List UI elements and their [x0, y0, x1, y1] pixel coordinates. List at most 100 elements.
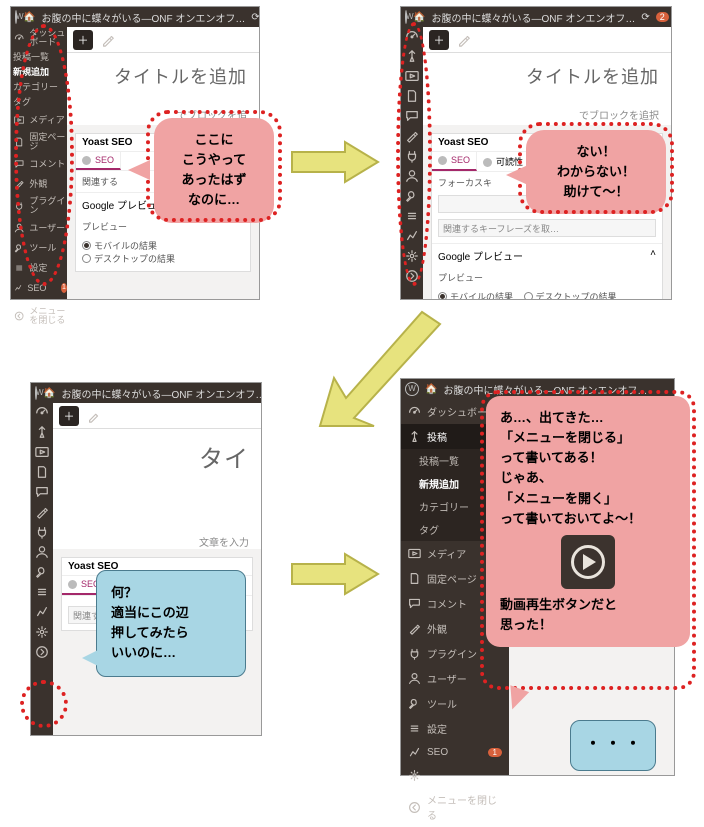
admin-bar: 🏠 お腹の中に蝶々がいる―ONF オンエンオフ…	[31, 383, 261, 403]
title-placeholder[interactable]: タイトルを追加	[435, 63, 659, 89]
sidebar-item-plugins[interactable]: プラグイン	[11, 197, 67, 215]
yoast-title: Yoast SEO	[82, 137, 132, 148]
pin-icon[interactable]	[405, 49, 419, 63]
dashboard-icon[interactable]	[35, 405, 49, 419]
sidebar-item-new-post[interactable]: 新規追加	[11, 68, 67, 77]
settings-icon[interactable]	[35, 585, 49, 599]
radio-mobile[interactable]: モバイルの結果	[438, 290, 513, 299]
editor-body[interactable]: タイトルを追加 でブロックを追択	[423, 53, 671, 125]
sidebar-item-dashboard[interactable]: ダッシュボード	[11, 29, 67, 47]
sidebar-item-gear[interactable]	[401, 764, 509, 787]
sidebar-item-settings[interactable]: 設定	[401, 716, 509, 741]
sidebar-item-tools[interactable]: ツール	[11, 241, 67, 255]
collapse-icon[interactable]	[405, 269, 419, 283]
radio-mobile[interactable]: モバイルの結果	[82, 239, 157, 252]
sidebar-label: 投稿	[427, 429, 447, 444]
edit-icon[interactable]	[87, 409, 101, 423]
tools-icon[interactable]	[35, 565, 49, 579]
balloon-line: ここに	[168, 130, 260, 150]
site-title[interactable]: お腹の中に蝶々がいる―ONF オンエンオフ…	[431, 10, 635, 25]
tools-icon[interactable]	[405, 189, 419, 203]
pages-icon	[14, 135, 24, 149]
sidebar-item-seo[interactable]: SEO 1	[11, 281, 67, 295]
pin-icon[interactable]	[35, 425, 49, 439]
arrow-step1-to-step2	[290, 140, 380, 184]
appearance-icon[interactable]	[35, 505, 49, 519]
sidebar-item-posts-list[interactable]: 投稿一覧	[11, 53, 67, 62]
site-title[interactable]: お腹の中に蝶々がいる―ONF オンエンオフ…	[61, 386, 261, 401]
sidebar-item-users[interactable]: ユーザー	[11, 221, 67, 235]
updates-icon[interactable]: ⟳	[251, 12, 259, 23]
add-block-button[interactable]: ＋	[59, 406, 79, 426]
sidebar-label: 外観	[427, 621, 447, 636]
collapse-icon[interactable]	[35, 645, 49, 659]
sidebar-item-seo[interactable]: SEO 1	[401, 741, 509, 764]
radio-desktop[interactable]: デスクトップの結果	[524, 290, 617, 299]
play-icon	[571, 545, 605, 579]
add-block-button[interactable]: ＋	[429, 30, 449, 50]
sidebar-item-appearance[interactable]: 外観	[11, 177, 67, 191]
tab-seo[interactable]: SEO	[76, 152, 121, 170]
wp-logo-icon[interactable]	[35, 386, 37, 400]
site-title[interactable]: お腹の中に蝶々がいる―ONF オンエンオフ…	[41, 10, 245, 25]
comments-icon[interactable]	[405, 109, 419, 123]
balloon-line: わからない！	[540, 162, 652, 182]
site-title[interactable]: お腹の中に蝶々がいる―ONF オンエンオフ…	[443, 382, 647, 397]
balloon-line: 「メニューを開く」	[500, 489, 676, 509]
google-preview-row[interactable]: Google プレビュー ˄	[432, 243, 662, 267]
related-kw-input[interactable]: 関連するキーフレーズを取…	[438, 219, 656, 237]
balloon-line: 押してみたら	[111, 623, 231, 643]
sidebar-collapse-button[interactable]: メニューを閉じる	[401, 787, 509, 827]
gear-icon[interactable]	[35, 625, 49, 639]
pages-icon[interactable]	[405, 89, 419, 103]
seo-icon[interactable]	[405, 229, 419, 243]
media-icon[interactable]	[35, 445, 49, 459]
radio-desktop[interactable]: デスクトップの結果	[82, 252, 175, 265]
sidebar-label: ダッシュボード	[27, 29, 67, 47]
media-icon[interactable]	[405, 69, 419, 83]
dashboard-icon[interactable]	[405, 29, 419, 43]
settings-icon[interactable]	[405, 209, 419, 223]
balloon-step4: あ…、出てきた… 「メニューを閉じる」 って書いてある！ じゃあ、 「メニューを…	[486, 396, 690, 647]
edit-icon[interactable]	[101, 33, 115, 47]
updates-icon[interactable]: ⟳	[641, 12, 649, 23]
wp-logo-icon[interactable]	[405, 10, 407, 24]
sidebar-item-users[interactable]: ユーザー	[401, 666, 509, 691]
sidebar-item-media[interactable]: メディア	[11, 113, 67, 127]
editor-body[interactable]: タイトルを追加 でブロックを追	[67, 53, 259, 125]
users-icon[interactable]	[35, 545, 49, 559]
editor-body[interactable]: タイ 文章を入力	[53, 429, 261, 549]
pages-icon[interactable]	[35, 465, 49, 479]
sidebar-item-tools[interactable]: ツール	[401, 691, 509, 716]
sidebar-item-settings[interactable]: 設定	[11, 261, 67, 275]
paragraph-placeholder[interactable]: 文章を入力	[65, 534, 249, 549]
preview-device-row: モバイルの結果 デスクトップの結果	[76, 237, 250, 271]
sidebar-item-tags[interactable]: タグ	[11, 98, 67, 107]
home-icon[interactable]: 🏠	[413, 12, 425, 23]
add-block-button[interactable]: ＋	[73, 30, 93, 50]
sidebar-item-categories[interactable]: カテゴリー	[11, 83, 67, 92]
title-placeholder[interactable]: タイトルを追加	[79, 63, 247, 89]
tab-seo[interactable]: SEO	[432, 152, 477, 171]
plugins-icon[interactable]	[35, 525, 49, 539]
home-icon[interactable]: 🏠	[43, 388, 55, 399]
arrow-step3-to-step4	[290, 552, 380, 596]
play-button-figure	[561, 535, 615, 589]
plugins-icon[interactable]	[405, 149, 419, 163]
seo-icon[interactable]	[35, 605, 49, 619]
gear-icon[interactable]	[405, 249, 419, 263]
title-placeholder[interactable]: タイ	[65, 439, 249, 474]
wp-logo-icon[interactable]	[15, 10, 17, 24]
balloon-step1: ここに こうやって あったはず なのに…	[154, 118, 274, 223]
balloon-step4-dots: ・・・	[570, 720, 656, 771]
appearance-icon[interactable]	[405, 129, 419, 143]
comments-icon[interactable]	[35, 485, 49, 499]
edit-icon[interactable]	[457, 33, 471, 47]
users-icon[interactable]	[405, 169, 419, 183]
sidebar-item-pages[interactable]: 固定ページ	[11, 133, 67, 151]
paragraph-placeholder[interactable]: でブロックを追択	[435, 107, 659, 122]
sidebar-collapse-button[interactable]: メニューを閉じる	[11, 307, 67, 325]
sidebar-item-comments[interactable]: コメント	[11, 157, 67, 171]
editor-toolbar: ＋	[53, 403, 261, 429]
home-icon[interactable]: 🏠	[23, 12, 35, 23]
